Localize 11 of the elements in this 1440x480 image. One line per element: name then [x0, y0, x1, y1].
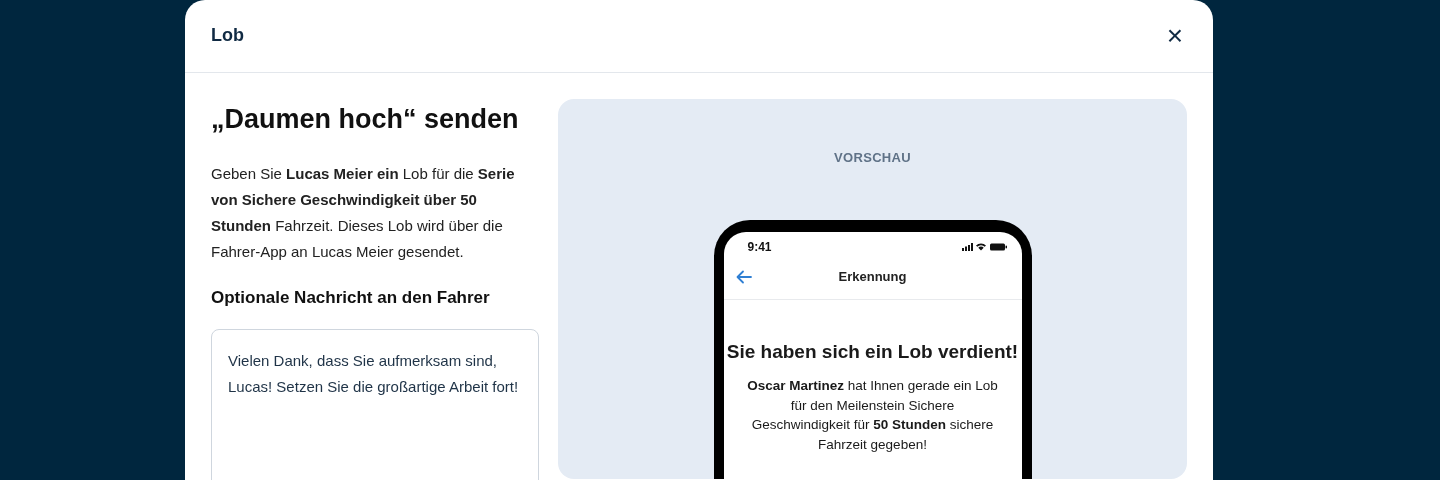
- praise-text: Oscar Martinez hat Ihnen gerade ein Lob für den Meilenstein Sichere Geschwindigkeit für 50 Stunden sichere Fahrzeit gegeben!: [746, 377, 999, 454]
- dialog-title: Lob: [211, 25, 244, 47]
- status-time: 9:41: [747, 238, 772, 256]
- praise-headline: Sie haben sich ein Lob verdient!: [725, 339, 1020, 364]
- message-label: Optionale Nachricht an den Fahrer: [211, 287, 491, 309]
- description-text: Geben Sie Lucas Meier ein Lob für die Serie von Sichere Geschwindigkeit über 50 Stunden Fahrzeit. Dieses Lob wird über die Fahrer-App an Lucas Meier gesendet.: [211, 164, 516, 262]
- message-field[interactable]: Vielen Dank, dass Sie aufmerksam sind, Lucas! Setzen Sie die großartige Arbeit fort!: [211, 328, 539, 480]
- heading: „Daumen hoch“ senden: [211, 103, 520, 136]
- preview-label: VORSCHAU: [833, 149, 912, 167]
- close-button[interactable]: ×: [1162, 22, 1187, 50]
- screen-title: Erkennung: [838, 268, 907, 287]
